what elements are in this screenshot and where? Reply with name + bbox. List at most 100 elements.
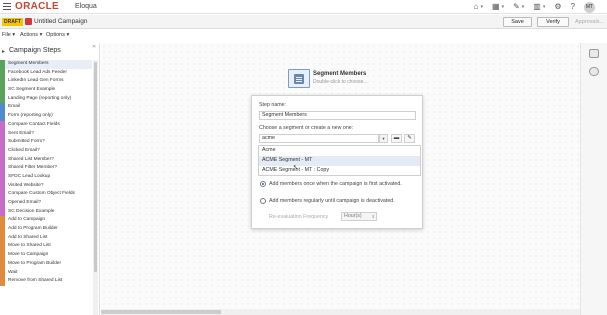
step-type-icon — [0, 172, 5, 182]
step-list-item[interactable]: Submitted Form? — [0, 138, 92, 147]
verify-button[interactable]: Verify — [537, 17, 569, 27]
step-list-item[interactable]: Facebook Lead Ads Feeder — [0, 68, 92, 78]
stepper-icon: ⇕ — [371, 214, 375, 219]
cloud-icon[interactable] — [589, 67, 599, 76]
save-button[interactable]: Save — [503, 17, 532, 27]
actions-menu[interactable]: Actions ▾ — [20, 32, 42, 38]
step-type-icon — [0, 164, 5, 173]
step-type-icon — [0, 233, 5, 243]
step-name-field[interactable]: Segment Members — [259, 111, 416, 120]
step-list-item-label: Shared Filter Member? — [8, 165, 58, 171]
step-list-item[interactable]: Add to Shared List — [0, 233, 92, 243]
step-type-icon — [0, 94, 5, 104]
step-type-icon — [0, 60, 5, 69]
help-icon[interactable]: ? — [571, 1, 575, 13]
collapse-icon[interactable]: ▸ — [2, 48, 5, 55]
segment-search-input[interactable]: acme — [259, 134, 379, 143]
panel-icon[interactable] — [589, 49, 599, 58]
radio-add-once[interactable] — [260, 181, 266, 187]
reevaluation-value: Hour(s) — [344, 213, 362, 219]
step-list-item-label: Compare Contact Fields — [8, 121, 60, 127]
step-list-item[interactable]: Compare Custom Object Fields — [0, 190, 92, 199]
step-list-item[interactable]: LinkedIn Lead Gen Forms — [0, 77, 92, 87]
step-type-icon — [0, 268, 5, 278]
approvals-link[interactable]: Approvals... — [575, 19, 604, 25]
step-list-item-label: Wait — [8, 269, 18, 275]
step-list-item-label: Submitted Form? — [8, 139, 45, 145]
campaign-steps-panel: ▸ Campaign Steps ✕ Segment Members Facebo… — [0, 43, 100, 315]
step-list-item-label: Clicked Email? — [8, 147, 40, 153]
step-list-item-label: Sent Email? — [8, 130, 34, 136]
step-list-item[interactable]: Email — [0, 103, 92, 113]
top-header: ORACLE Eloqua ⌂ ▾ ▦ ▾ ✎ ▾ ▥ ▾ ⚙ ? MT — [0, 0, 607, 14]
step-list-item[interactable]: Add to Campaign — [0, 216, 92, 226]
vertical-scrollbar[interactable] — [93, 60, 98, 315]
step-list-item-label: Segment Members — [8, 61, 49, 66]
campaign-toolbar: DRAFT Untitled Campaign Save Verify Appr… — [0, 15, 607, 29]
home-icon[interactable]: ⌂ — [474, 1, 479, 13]
step-list-item[interactable]: Opened Email? — [0, 199, 92, 208]
dropdown-option-highlighted[interactable]: ACME Segment - MT — [259, 156, 420, 166]
reevaluation-select[interactable]: Hour(s) ⇕ — [341, 212, 377, 221]
step-list-item[interactable]: Wait — [0, 268, 92, 278]
choose-segment-label: Choose a segment or create a new one: — [259, 125, 354, 131]
step-list-item-label: Add to Campaign — [8, 217, 46, 223]
grid-icon[interactable]: ▦ — [492, 1, 500, 13]
close-icon[interactable]: ✕ — [92, 44, 96, 50]
dropdown-toggle[interactable]: ▾ — [379, 134, 388, 143]
step-list-item[interactable]: SFDC Lead Lookup — [0, 172, 92, 182]
step-list-item[interactable]: Move to Shared List — [0, 242, 92, 252]
step-list-item[interactable]: SC Decision Example — [0, 207, 92, 217]
step-list-item-label: Opened Email? — [8, 200, 42, 205]
step-list-item[interactable]: Form (reporting only) — [0, 112, 92, 121]
step-type-icon — [0, 199, 5, 208]
campaign-title[interactable]: Untitled Campaign — [34, 18, 87, 25]
menu-icon[interactable] — [3, 3, 11, 10]
step-type-icon — [0, 129, 5, 139]
segment-dropdown: Acme ACME Segment - MT ACME Segment - MT… — [258, 145, 421, 176]
step-list-item[interactable]: Clicked Email? — [0, 146, 92, 156]
chart-icon[interactable]: ▥ — [533, 1, 541, 13]
segment-icon — [294, 74, 304, 84]
step-list-item[interactable]: Move to Campaign — [0, 251, 92, 260]
step-type-icon — [0, 190, 5, 199]
step-list-item[interactable]: Shared List Member? — [0, 155, 92, 165]
step-list-item[interactable]: Landing Page (reporting only) — [0, 94, 92, 104]
step-list-item[interactable]: Move to Program Builder — [0, 259, 92, 269]
scrollbar-thumb[interactable] — [101, 310, 221, 314]
step-type-icon — [0, 112, 5, 121]
step-list-item-label: SFDC Lead Lookup — [8, 173, 51, 179]
file-menu[interactable]: File ▾ — [2, 32, 15, 38]
step-list-item-label: Move to Campaign — [8, 252, 49, 258]
dropdown-option[interactable]: ACME Segment - MT : Copy — [259, 166, 420, 176]
step-list-item[interactable]: Segment Members — [0, 60, 92, 69]
step-node-title[interactable]: Segment Members — [313, 71, 366, 77]
reevaluation-label: Re-evaluation Frequency — [269, 214, 329, 220]
radio-add-regularly[interactable] — [260, 198, 266, 204]
avatar[interactable]: MT — [584, 1, 595, 13]
segment-step-node[interactable] — [288, 69, 310, 88]
oracle-logo: ORACLE — [15, 1, 60, 12]
step-type-icon — [0, 77, 5, 87]
scrollbar-thumb[interactable] — [94, 62, 97, 272]
step-list-item[interactable]: Compare Contact Fields — [0, 120, 92, 130]
folder-icon[interactable]: ▬ — [391, 134, 402, 143]
step-list-item[interactable]: Remove from Shared List — [0, 277, 92, 286]
pen-icon[interactable]: ✎ — [513, 1, 520, 13]
step-type-icon — [0, 86, 5, 95]
step-list-item-label: Shared List Member? — [8, 156, 54, 162]
gear-icon[interactable]: ⚙ — [554, 1, 561, 13]
dropdown-option[interactable]: Acme — [259, 146, 420, 156]
step-list-item-label: Move to Shared List — [8, 243, 51, 249]
options-menu[interactable]: Options ▾ — [46, 32, 69, 38]
step-list-item[interactable]: Add to Program Builder — [0, 225, 92, 234]
right-tool-panel — [580, 43, 607, 315]
step-list-item[interactable]: Sent Email? — [0, 129, 92, 139]
step-list-item[interactable]: SC Segment Example — [0, 86, 92, 95]
step-list-item[interactable]: Visited Website? — [0, 181, 92, 191]
edit-icon[interactable]: ✎ — [404, 134, 415, 143]
step-type-icon — [0, 225, 5, 234]
horizontal-scrollbar[interactable] — [101, 309, 580, 315]
radio-add-once-label: Add members once when the campaign is fi… — [269, 181, 402, 187]
step-list-item[interactable]: Shared Filter Member? — [0, 164, 92, 173]
